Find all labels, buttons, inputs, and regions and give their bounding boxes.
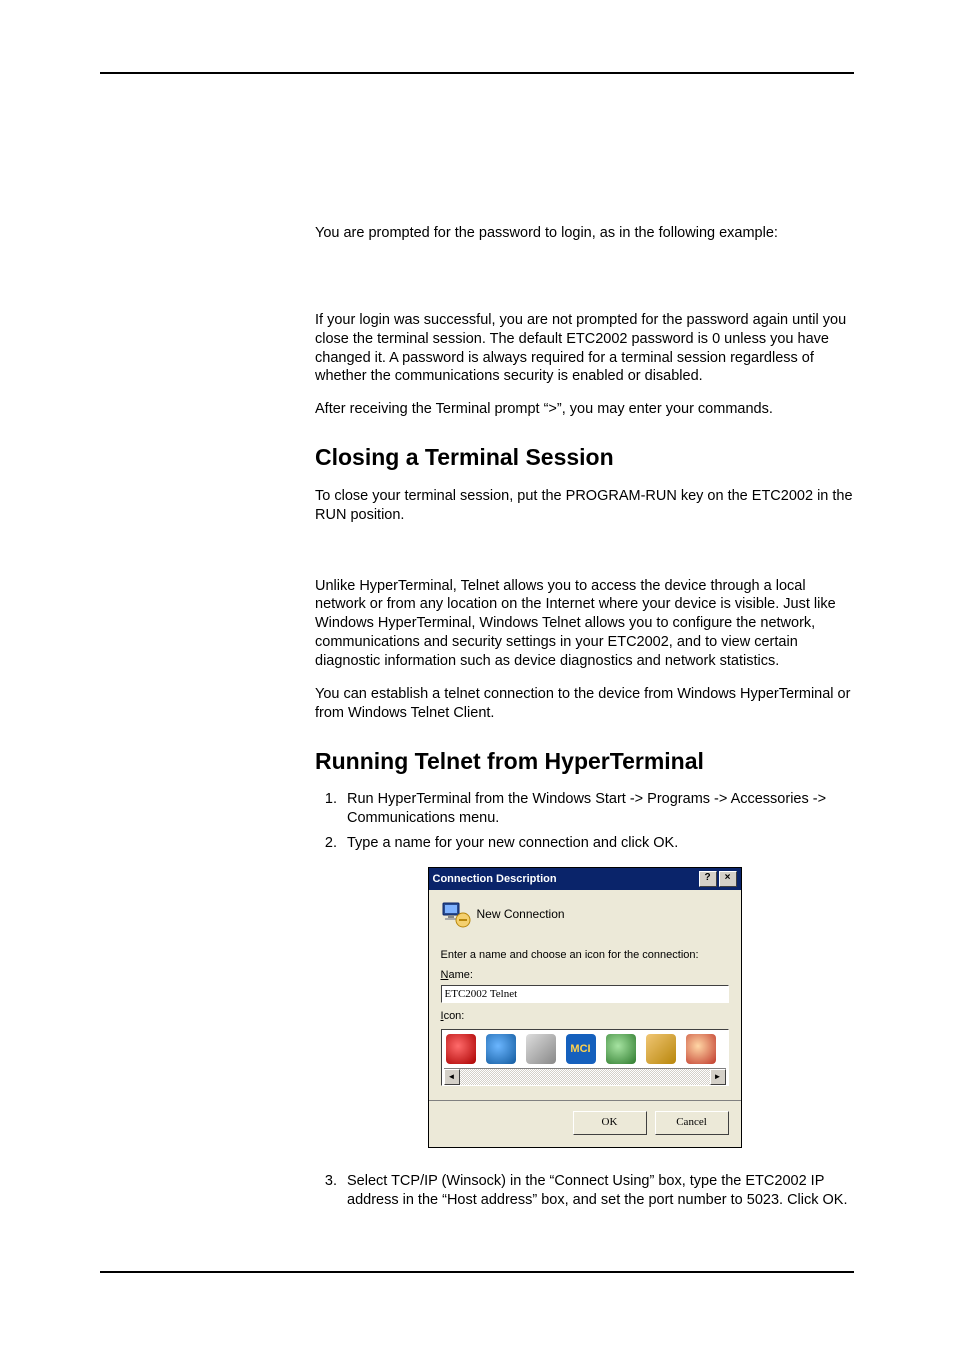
connection-icon-3[interactable]: [526, 1034, 556, 1064]
name-label-rest: ame:: [448, 969, 472, 981]
icon-picker[interactable]: MCI ◄ ►: [441, 1029, 729, 1086]
instruction-text: Enter a name and choose an icon for the …: [441, 948, 729, 962]
paragraph: If your login was successful, you are no…: [315, 311, 854, 386]
name-label: Name:: [441, 968, 729, 982]
icon-label: Icon:: [441, 1009, 729, 1023]
paragraph: You are prompted for the password to log…: [315, 224, 854, 243]
connection-icon-6[interactable]: [646, 1034, 676, 1064]
help-button[interactable]: ?: [699, 871, 717, 887]
steps-list: Run HyperTerminal from the Windows Start…: [315, 790, 854, 853]
paragraph: Unlike HyperTerminal, Telnet allows you …: [315, 577, 854, 671]
spacer: [315, 257, 854, 297]
connection-icon-5[interactable]: [606, 1034, 636, 1064]
scroll-track[interactable]: [460, 1069, 710, 1085]
document-page: You are prompted for the password to log…: [0, 0, 954, 1351]
dialog-title: Connection Description: [433, 872, 697, 886]
icon-scrollbar[interactable]: ◄ ►: [444, 1068, 726, 1085]
scroll-right-button[interactable]: ►: [710, 1069, 726, 1085]
name-input[interactable]: [441, 985, 729, 1003]
spacer: [315, 539, 854, 563]
content-column: You are prompted for the password to log…: [315, 224, 854, 1210]
connection-description-dialog: Connection Description ? ×: [428, 867, 742, 1148]
connection-icon-4[interactable]: MCI: [566, 1034, 596, 1064]
scroll-left-button[interactable]: ◄: [444, 1069, 460, 1085]
new-connection-row: New Connection: [441, 900, 729, 930]
step-2: Type a name for your new connection and …: [341, 834, 854, 853]
connection-icon-2[interactable]: [486, 1034, 516, 1064]
paragraph: You can establish a telnet connection to…: [315, 685, 854, 723]
paragraph: To close your terminal session, put the …: [315, 487, 854, 525]
icon-row: MCI: [444, 1034, 726, 1068]
heading-running-telnet: Running Telnet from HyperTerminal: [315, 747, 854, 777]
icon-label-rest: con:: [444, 1010, 465, 1022]
cancel-button[interactable]: Cancel: [655, 1111, 729, 1135]
connection-icon-1[interactable]: [446, 1034, 476, 1064]
ok-button[interactable]: OK: [573, 1111, 647, 1135]
paragraph: After receiving the Terminal prompt “>”,…: [315, 400, 854, 419]
connection-icon-7[interactable]: [686, 1034, 716, 1064]
step-3: Select TCP/IP (Winsock) in the “Connect …: [341, 1172, 854, 1210]
dialog-button-row: OK Cancel: [429, 1100, 741, 1147]
dialog-body: New Connection Enter a name and choose a…: [429, 890, 741, 1147]
new-connection-label: New Connection: [477, 907, 565, 923]
bottom-rule: [100, 1271, 854, 1273]
dialog-titlebar: Connection Description ? ×: [429, 868, 741, 890]
new-connection-icon: [441, 900, 471, 930]
step-1: Run HyperTerminal from the Windows Start…: [341, 790, 854, 828]
top-rule: [100, 72, 854, 74]
steps-list-continued: Select TCP/IP (Winsock) in the “Connect …: [315, 1172, 854, 1210]
close-button[interactable]: ×: [719, 871, 737, 887]
heading-closing-terminal: Closing a Terminal Session: [315, 443, 854, 473]
